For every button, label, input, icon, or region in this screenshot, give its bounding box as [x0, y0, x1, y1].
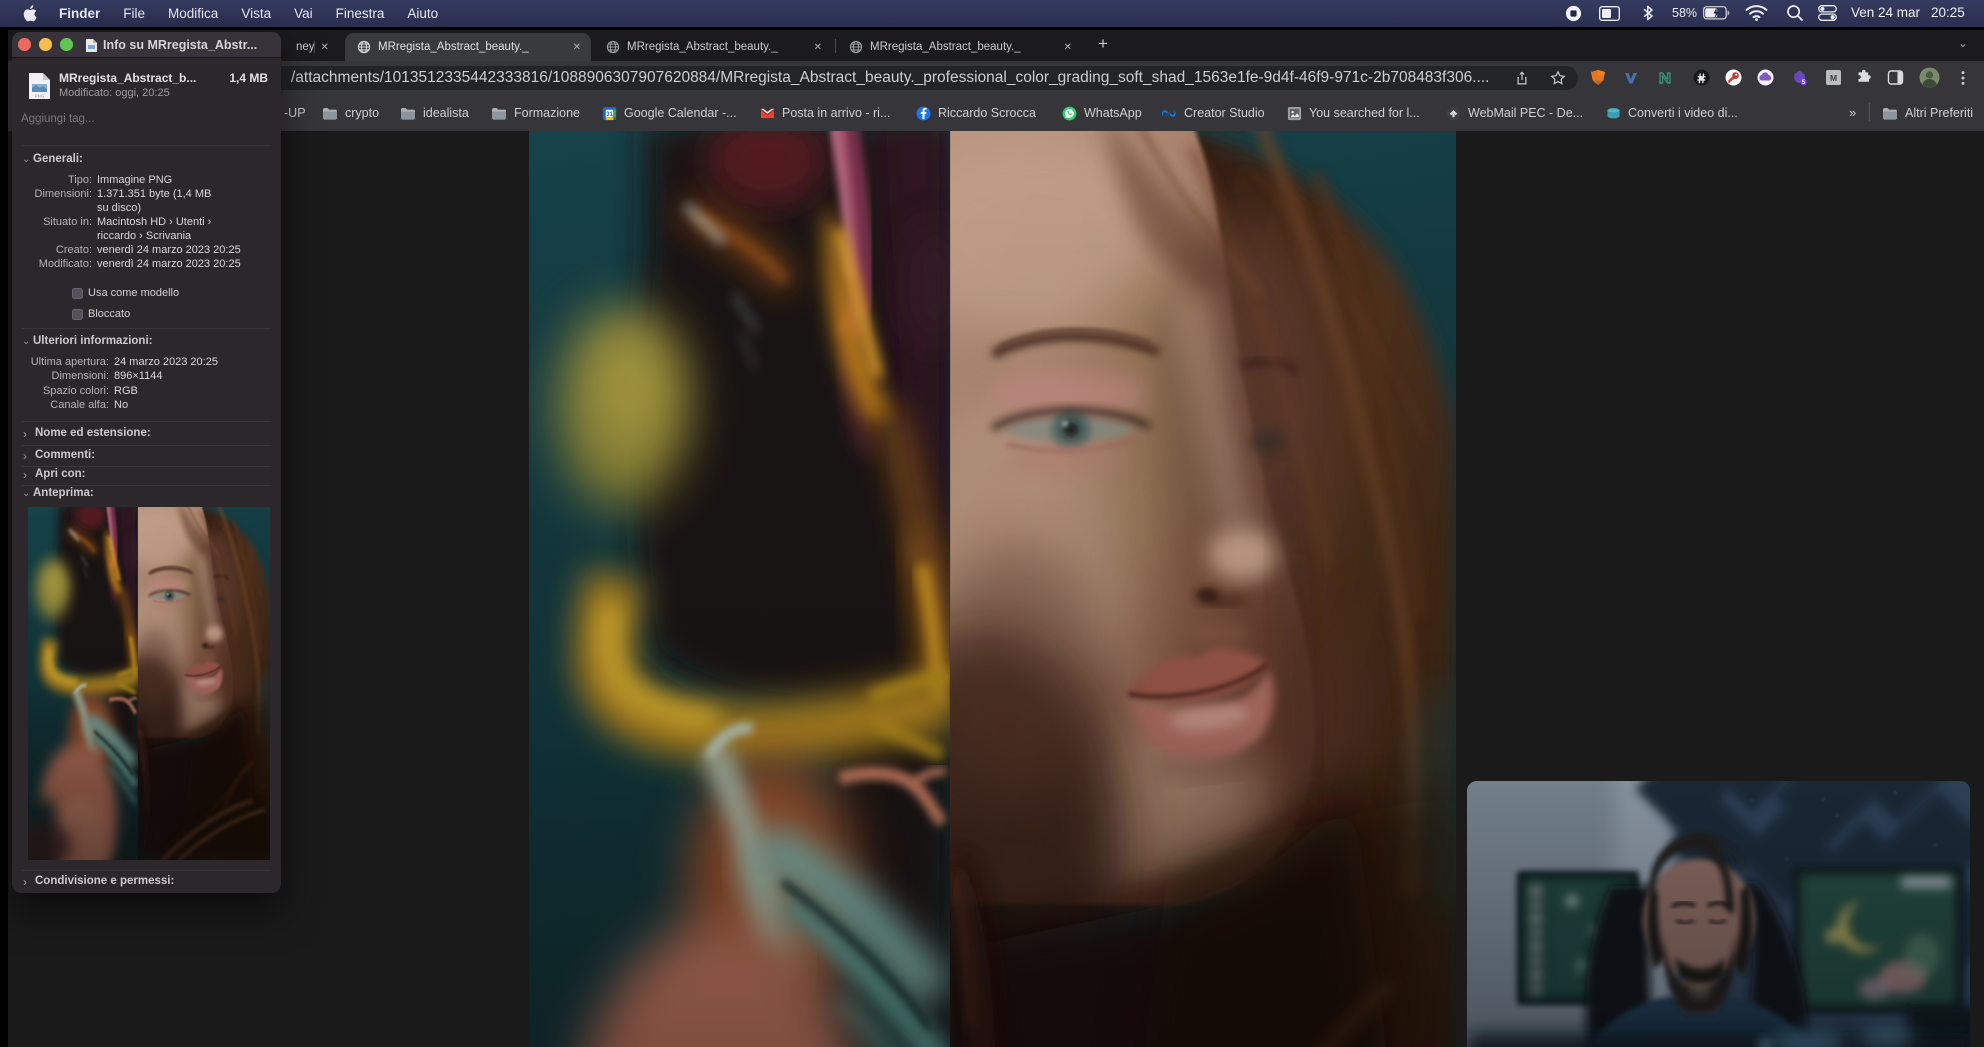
svg-text:M: M [1830, 73, 1837, 83]
svg-text:PNG: PNG [35, 94, 45, 99]
svg-text:31: 31 [606, 110, 613, 117]
